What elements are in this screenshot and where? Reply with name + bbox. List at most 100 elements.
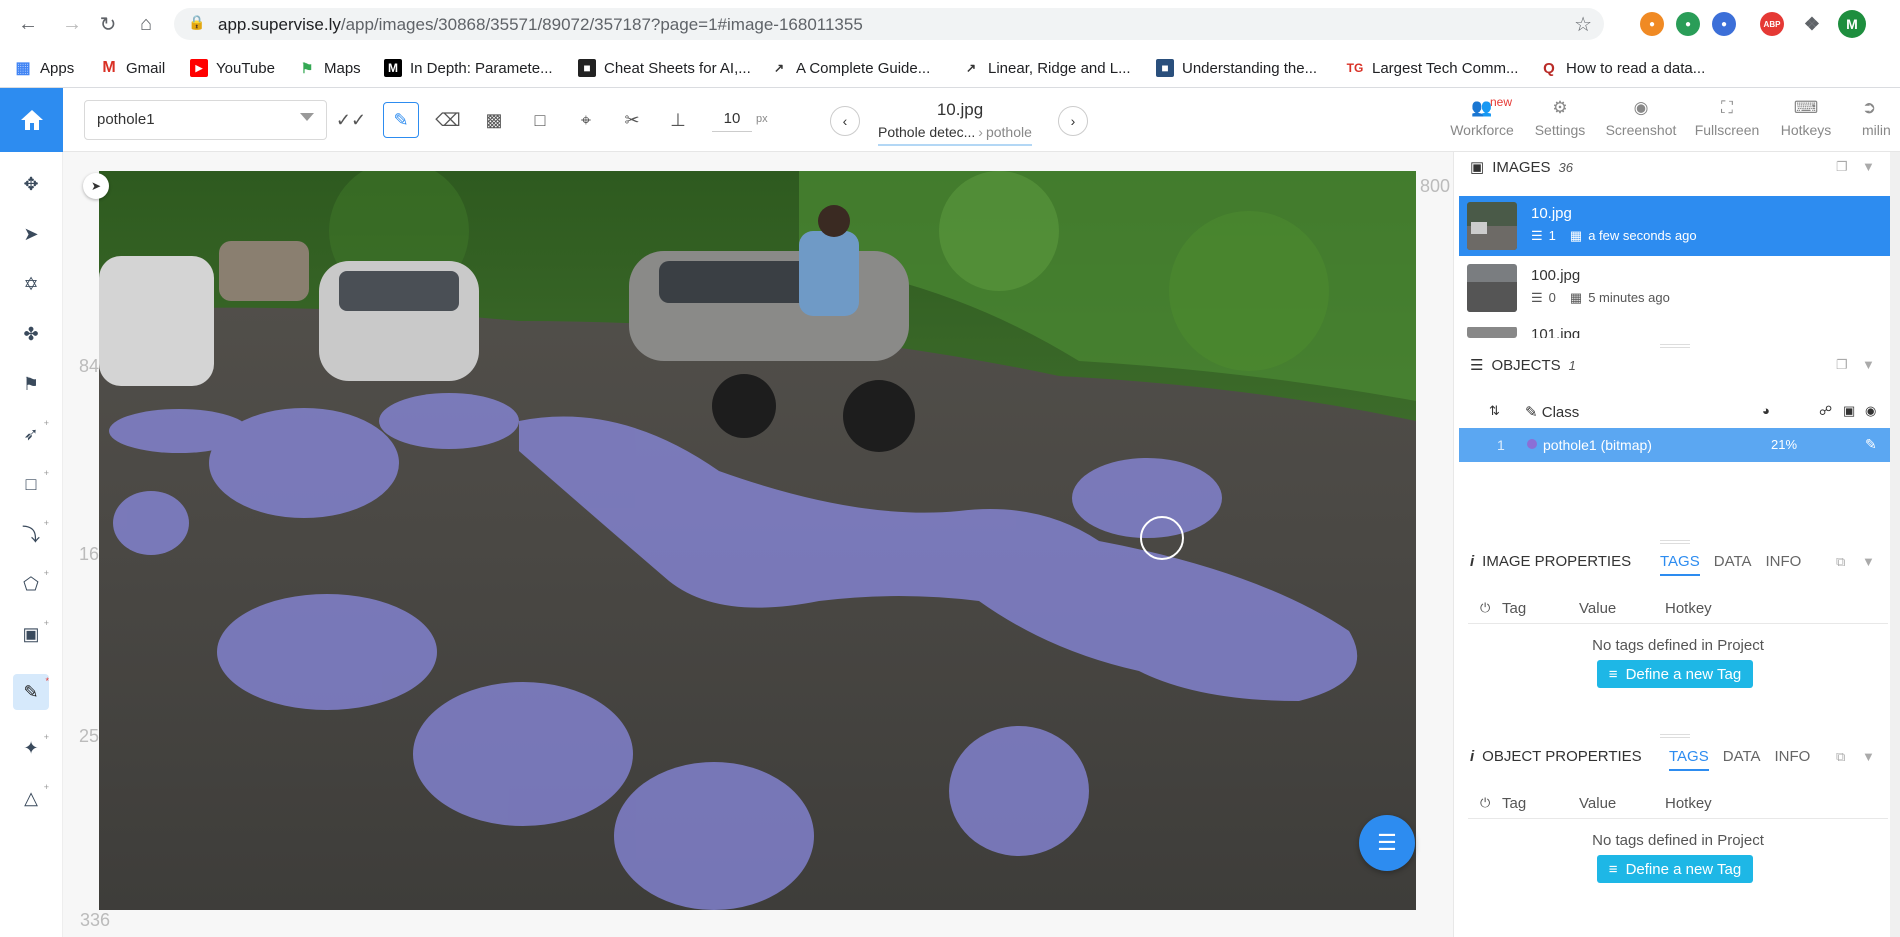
adblock-icon[interactable]: ABP xyxy=(1760,12,1784,36)
screenshot-button[interactable]: ◉ Screenshot xyxy=(1604,98,1678,142)
bookmark-tech[interactable]: TG Largest Tech Comm... xyxy=(1346,56,1519,80)
account-button[interactable]: ➲ milin xyxy=(1862,98,1900,142)
bookmark-cheatsheets[interactable]: ■ Cheat Sheets for AI,... xyxy=(578,56,751,80)
image-list-item[interactable]: 10.jpg ☰ 1 ▦ a few seconds ago xyxy=(1459,196,1891,256)
flag-icon[interactable]: ⚑ xyxy=(13,366,49,402)
define-tag-button[interactable]: ≡ Define a new Tag xyxy=(1597,660,1753,688)
class-column-header: ✎ Class xyxy=(1525,404,1580,421)
filter-icon[interactable]: ▼ xyxy=(1862,749,1875,764)
image-thumbnail xyxy=(1467,326,1517,338)
polyline-tool-icon[interactable]: ⤵ + xyxy=(13,516,49,552)
tab-tags[interactable]: TAGS xyxy=(1669,748,1709,771)
images-header: ▣ IMAGES 36 xyxy=(1470,155,1573,179)
link-icon[interactable]: ☍ xyxy=(1819,403,1832,419)
rectangle-tool-icon[interactable]: □ + xyxy=(13,466,49,502)
adjust-settings-button[interactable]: ☰ xyxy=(1359,815,1415,871)
home-button[interactable] xyxy=(0,88,63,152)
scissors-icon[interactable]: ✂ xyxy=(614,102,650,138)
collapsed-side-panel[interactable] xyxy=(1890,152,1900,937)
brush-tool-icon[interactable]: ✎ * xyxy=(13,674,49,710)
modified-time: 5 minutes ago xyxy=(1588,290,1670,305)
crop-icon[interactable]: ⌖ xyxy=(568,102,604,138)
tab-tags[interactable]: TAGS xyxy=(1660,553,1700,576)
drag-icon[interactable]: ✡ xyxy=(13,266,49,302)
tab-data[interactable]: DATA xyxy=(1714,553,1752,576)
pin-icon[interactable]: ➤ xyxy=(83,173,109,199)
resize-handle[interactable] xyxy=(1660,344,1690,348)
bookmark-youtube[interactable]: ▶ YouTube xyxy=(190,56,275,80)
settings-button[interactable]: ⚙ Settings xyxy=(1530,98,1590,142)
copy-icon[interactable]: ❐ xyxy=(1836,357,1848,373)
reload-icon[interactable]: ↻ xyxy=(94,10,122,38)
filter-icon[interactable]: ▼ xyxy=(1862,159,1875,174)
maps-pin-icon: ⚑ xyxy=(300,59,314,76)
pointer-icon[interactable]: ➤ xyxy=(13,216,49,252)
image-list-item[interactable]: 101.jpg xyxy=(1459,320,1891,338)
breadcrumb-project[interactable]: Pothole detec... xyxy=(878,124,975,140)
tab-info[interactable]: INFO xyxy=(1775,748,1811,771)
bookmark-apps[interactable]: ▦ Apps xyxy=(14,56,74,80)
fill-bucket-icon[interactable]: ▩ xyxy=(476,102,512,138)
next-image-button[interactable]: › xyxy=(1058,106,1088,136)
previous-image-button[interactable]: ‹ xyxy=(830,106,860,136)
define-tag-button[interactable]: ≡ Define a new Tag xyxy=(1597,855,1753,883)
move-icon[interactable]: ✥ xyxy=(13,166,49,202)
bookmark-quora[interactable]: Q How to read a data... xyxy=(1540,56,1705,80)
filter-icon[interactable]: ▼ xyxy=(1862,554,1875,569)
objects-table-header: ⇅ ✎ Class ◕ ☍ ▣ ◉ xyxy=(1459,395,1891,429)
breadcrumb-dataset[interactable]: pothole xyxy=(986,124,1032,140)
image-thumbnail xyxy=(1467,264,1517,312)
trend-icon: ↗ xyxy=(773,61,785,75)
brush-size-input[interactable]: 10 xyxy=(712,108,752,132)
bookmark-star-icon[interactable]: ☆ xyxy=(1574,12,1592,37)
align-bottom-icon[interactable]: ⊥ xyxy=(660,102,696,138)
double-check-icon[interactable]: ✓✓ xyxy=(333,102,369,138)
tab-info[interactable]: INFO xyxy=(1766,553,1802,576)
edit-pencil-icon[interactable]: ✎ xyxy=(1865,436,1877,453)
external-link-icon[interactable]: ⧉ xyxy=(1836,554,1845,570)
resize-handle[interactable] xyxy=(1660,540,1690,544)
object-row[interactable]: 1 pothole1 (bitmap) 21% ✎ xyxy=(1459,428,1891,462)
external-link-icon[interactable]: ⧉ xyxy=(1836,749,1845,765)
pie-icon[interactable]: ◕ xyxy=(1762,403,1770,418)
quora-icon: Q xyxy=(1543,59,1555,77)
tab-data[interactable]: DATA xyxy=(1723,748,1761,771)
home-icon[interactable]: ⌂ xyxy=(132,10,160,38)
bookmark-maps[interactable]: ⚑ Maps xyxy=(298,56,361,80)
image-list-item[interactable]: 100.jpg ☰ 0 ▦ 5 minutes ago xyxy=(1459,258,1891,318)
forward-icon[interactable]: → xyxy=(58,10,86,38)
bookmark-linear[interactable]: ↗ Linear, Ridge and L... xyxy=(962,56,1131,80)
extension-icon[interactable]: ● xyxy=(1676,12,1700,36)
sort-icon[interactable]: ⇅ xyxy=(1489,403,1500,419)
brush-tool-button[interactable]: ✎ xyxy=(383,102,419,138)
bookmark-understanding[interactable]: ■ Understanding the... xyxy=(1156,56,1317,80)
back-icon[interactable]: ← xyxy=(14,10,42,38)
transform-box-icon[interactable]: □ xyxy=(522,102,558,138)
cuboid-tool-icon[interactable]: ▣ + xyxy=(13,616,49,652)
trash-icon[interactable]: ▣ xyxy=(1843,403,1855,419)
bookmark-guide[interactable]: ↗ A Complete Guide... xyxy=(770,56,930,80)
filter-icon[interactable]: ▼ xyxy=(1862,357,1875,372)
address-bar[interactable]: 🔒 app.supervise.ly/app/images/30868/3557… xyxy=(174,8,1604,40)
polygon-tool-icon[interactable]: ⬠ + xyxy=(13,566,49,602)
class-select[interactable]: pothole1 xyxy=(84,100,327,140)
point-tool-icon[interactable]: ➶ + xyxy=(13,416,49,452)
eye-icon[interactable]: ◉ xyxy=(1865,403,1876,419)
fullscreen-button[interactable]: ⛶ Fullscreen xyxy=(1692,98,1762,142)
resize-handle[interactable] xyxy=(1660,734,1690,738)
annotation-image[interactable] xyxy=(99,171,1416,910)
eraser-icon[interactable]: ⌫ xyxy=(430,102,466,138)
workforce-button[interactable]: 👥 Workforce xyxy=(1450,98,1514,142)
bookmark-gmail[interactable]: M Gmail xyxy=(100,56,165,80)
magic-wand-icon[interactable]: ✦ + xyxy=(13,730,49,766)
hotkeys-button[interactable]: ⌨ Hotkeys xyxy=(1778,98,1834,142)
image-name: 10.jpg xyxy=(1531,205,1572,222)
profile-avatar[interactable]: M xyxy=(1838,10,1866,38)
tag-icon[interactable]: ✤ xyxy=(13,316,49,352)
copy-icon[interactable]: ❐ xyxy=(1836,159,1848,175)
bookmark-medium[interactable]: M In Depth: Paramete... xyxy=(384,56,553,80)
puzzle-icon[interactable]: ❖ xyxy=(1800,12,1824,36)
graph-tool-icon[interactable]: △ + xyxy=(13,780,49,816)
extension-icon[interactable]: ● xyxy=(1712,12,1736,36)
extension-icon[interactable]: ● xyxy=(1640,12,1664,36)
